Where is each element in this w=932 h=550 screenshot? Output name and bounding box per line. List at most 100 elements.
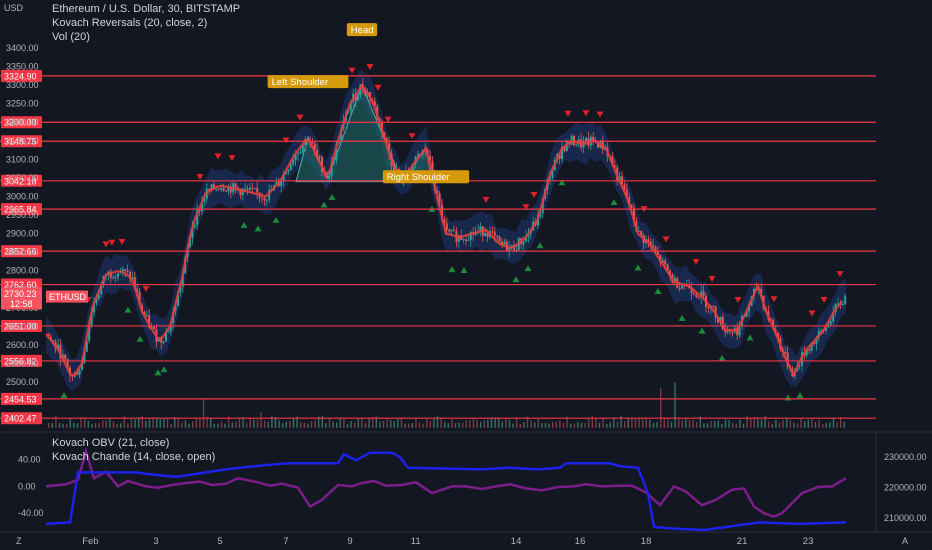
countdown-label: 12:58 — [10, 299, 33, 309]
volume-bar — [325, 422, 327, 428]
sell-signal-marker — [102, 241, 110, 248]
sell-signal-marker — [408, 133, 416, 140]
buy-signal-marker — [536, 242, 544, 249]
candle-body — [712, 305, 715, 307]
volume-bar — [246, 423, 248, 428]
price-tick-label: 2800.00 — [6, 266, 39, 276]
volume-bar — [51, 423, 53, 428]
candle-body — [220, 188, 223, 190]
candle-body — [575, 144, 578, 146]
volume-bar — [451, 419, 453, 428]
time-label: 16 — [575, 536, 586, 547]
volume-bar — [804, 421, 806, 428]
volume-bar — [609, 422, 611, 428]
volume-bar — [498, 417, 500, 428]
volume-bars — [48, 382, 845, 428]
sell-signal-marker — [692, 258, 700, 265]
volume-bar — [408, 423, 410, 428]
volume-bar — [541, 422, 543, 428]
sell-signal-marker — [808, 310, 816, 317]
volume-bar — [768, 421, 770, 428]
volume-bar — [134, 419, 136, 428]
volume-bar — [278, 420, 280, 428]
price-tick-label: 3050.00 — [6, 173, 39, 183]
sell-signal-marker — [142, 285, 150, 292]
volume-bar — [91, 423, 93, 428]
volume-bar — [336, 422, 338, 428]
volume-bar — [476, 419, 478, 428]
volume-bar — [728, 420, 730, 428]
volume-bar — [346, 423, 349, 428]
sell-signal-marker — [348, 67, 356, 74]
volume-bar — [87, 420, 89, 428]
volume-bar — [238, 417, 241, 428]
price-tick-label: 3350.00 — [6, 62, 39, 72]
volume-bar — [508, 419, 511, 428]
volume-bar — [465, 420, 467, 428]
candle-body — [697, 297, 700, 299]
buy-signal-marker — [746, 334, 754, 341]
sell-signal-marker — [836, 271, 844, 278]
sell-signal-marker — [596, 111, 604, 118]
volume-bar — [127, 423, 129, 428]
volume-bar — [264, 420, 266, 428]
buy-signal-marker — [610, 198, 618, 205]
volume-bar — [62, 423, 64, 428]
volume-bar — [292, 417, 295, 428]
sell-signal-marker — [770, 296, 778, 303]
volume-bar — [307, 423, 309, 428]
volume-bar — [544, 422, 547, 428]
volume-bar — [681, 419, 683, 428]
volume-bar — [213, 423, 215, 428]
candle-body — [484, 232, 487, 236]
volume-bar — [793, 422, 795, 428]
obv-tick-label: 220000.00 — [884, 483, 927, 493]
volume-bar — [789, 419, 791, 428]
sell-signal-marker — [662, 236, 670, 243]
obv-line — [45, 451, 847, 532]
chart-canvas: 3324.903200.003148.753042.182965.842852.… — [0, 23, 932, 547]
price-tick-label: 3100.00 — [6, 154, 39, 164]
buy-signal-marker — [558, 179, 566, 186]
volume-bar — [148, 419, 151, 428]
volume-bar — [440, 418, 442, 428]
volume-bar — [829, 422, 831, 428]
volume-bar — [76, 423, 79, 428]
volume-bar — [192, 421, 194, 428]
candle-body — [234, 183, 237, 188]
price-tick-label: 3200.00 — [6, 117, 39, 127]
candle-body — [496, 235, 499, 237]
candle-body — [491, 231, 494, 233]
volume-bar — [836, 422, 838, 428]
candle-body — [215, 188, 218, 190]
volume-bar — [300, 421, 302, 428]
volume-bar — [530, 420, 532, 428]
time-label: 23 — [803, 536, 814, 547]
volume-bar — [721, 423, 723, 428]
volume-bar — [404, 423, 406, 428]
volume-bar — [487, 419, 489, 428]
volume-bar — [667, 417, 669, 428]
volume-bar — [177, 417, 179, 428]
chande-tick-label: 40.00 — [18, 455, 41, 465]
volume-bar — [814, 422, 817, 428]
volume-bar — [562, 422, 565, 428]
volume-bar — [382, 420, 385, 428]
pattern-label: Right Shoulder — [387, 172, 450, 183]
volume-bar — [159, 419, 161, 428]
chande-tick-label: -40.00 — [18, 508, 44, 518]
volume-bar — [282, 423, 284, 428]
candle-body — [261, 197, 263, 199]
volume-bar — [458, 422, 460, 428]
candle-body — [465, 239, 467, 241]
volume-bar — [80, 417, 82, 428]
candle-body — [695, 294, 698, 298]
volume-bar — [552, 421, 554, 428]
volume-bar — [397, 419, 399, 428]
volume-bar — [339, 417, 341, 428]
volume-bar — [224, 423, 226, 428]
volume-bar — [429, 421, 431, 428]
volume-bar — [732, 422, 734, 428]
candle-body — [445, 223, 448, 230]
volume-bar — [573, 423, 575, 428]
